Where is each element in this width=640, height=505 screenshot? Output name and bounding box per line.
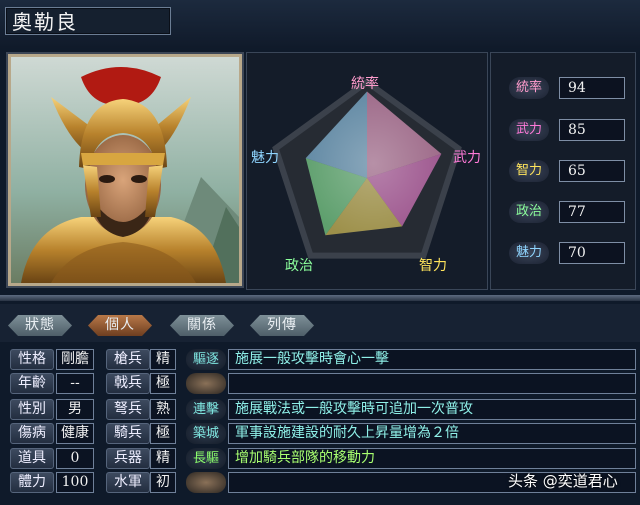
tab-relations[interactable]: 關係 [170, 315, 234, 336]
officer-portrait [6, 52, 244, 288]
stat-value: 94 [559, 77, 625, 99]
tab-status[interactable]: 狀態 [8, 315, 72, 336]
aptitude-grade: 精 [150, 448, 176, 469]
officer-name: 奧勒良 [5, 7, 171, 35]
aptitude-grade: 精 [150, 349, 176, 370]
skill-description: 施展戰法或一般攻擊時可追加一次普攻 [228, 399, 636, 420]
stat-label: 統率 [509, 77, 549, 99]
radar-label-charisma: 魅力 [251, 150, 279, 166]
aptitude-grade: 極 [150, 373, 176, 394]
skill-tag[interactable]: 連擊 [186, 399, 226, 420]
skill-tag-empty [186, 472, 226, 493]
tab-personal[interactable]: 個人 [88, 315, 152, 336]
personal-value: 0 [56, 448, 94, 469]
stat-value: 85 [559, 119, 625, 141]
skill-tag[interactable]: 驅逐 [186, 349, 226, 370]
skill-tag[interactable]: 築城 [186, 423, 226, 444]
radar-label-politics: 政治 [285, 258, 313, 274]
radar-label-war: 武力 [453, 150, 481, 166]
aptitude-label: 騎兵 [106, 423, 150, 444]
aptitude-label: 弩兵 [106, 399, 150, 420]
section-divider [0, 295, 640, 301]
aptitude-label: 兵器 [106, 448, 150, 469]
personal-label: 性格 [10, 349, 54, 370]
personal-value: 健康 [56, 423, 94, 444]
watermark: 头条 @奕道君心 [508, 472, 618, 490]
tab-bar: 狀態 個人 關係 列傳 [0, 304, 640, 342]
aptitude-grade: 熟 [150, 399, 176, 420]
stat-label: 武力 [509, 119, 549, 141]
stats-panel: 統率 94 武力 85 智力 65 政治 77 魅力 70 [490, 52, 636, 290]
personal-label: 道具 [10, 448, 54, 469]
personal-value: -- [56, 373, 94, 394]
skill-tag-empty [186, 373, 226, 394]
skill-tag[interactable]: 長驅 [186, 448, 226, 469]
aptitude-grade: 初 [150, 472, 176, 493]
personal-label: 年齡 [10, 373, 54, 394]
stat-radar-chart: 統率 武力 智力 政治 魅力 [246, 52, 488, 290]
personal-label: 性別 [10, 399, 54, 420]
aptitude-label: 槍兵 [106, 349, 150, 370]
stat-label: 智力 [509, 160, 549, 182]
radar-label-command: 統率 [351, 76, 379, 92]
stat-value: 65 [559, 160, 625, 182]
skill-description: 施展一般攻擊時會心一擊 [228, 349, 636, 370]
personal-label: 傷病 [10, 423, 54, 444]
stat-label: 政治 [509, 201, 549, 223]
skill-description-empty [228, 373, 636, 394]
personal-value: 100 [56, 472, 94, 493]
stat-label: 魅力 [509, 242, 549, 264]
tab-biography[interactable]: 列傳 [250, 315, 314, 336]
aptitude-label: 戟兵 [106, 373, 150, 394]
stat-value: 70 [559, 242, 625, 264]
radar-label-intelligence: 智力 [419, 258, 447, 274]
personal-value: 剛膽 [56, 349, 94, 370]
stat-value: 77 [559, 201, 625, 223]
personal-value: 男 [56, 399, 94, 420]
aptitude-label: 水軍 [106, 472, 150, 493]
personal-label: 體力 [10, 472, 54, 493]
aptitude-grade: 極 [150, 423, 176, 444]
skill-description: 增加騎兵部隊的移動力 [228, 448, 636, 469]
skill-description: 軍事設施建設的耐久上昇量增為２倍 [228, 423, 636, 444]
